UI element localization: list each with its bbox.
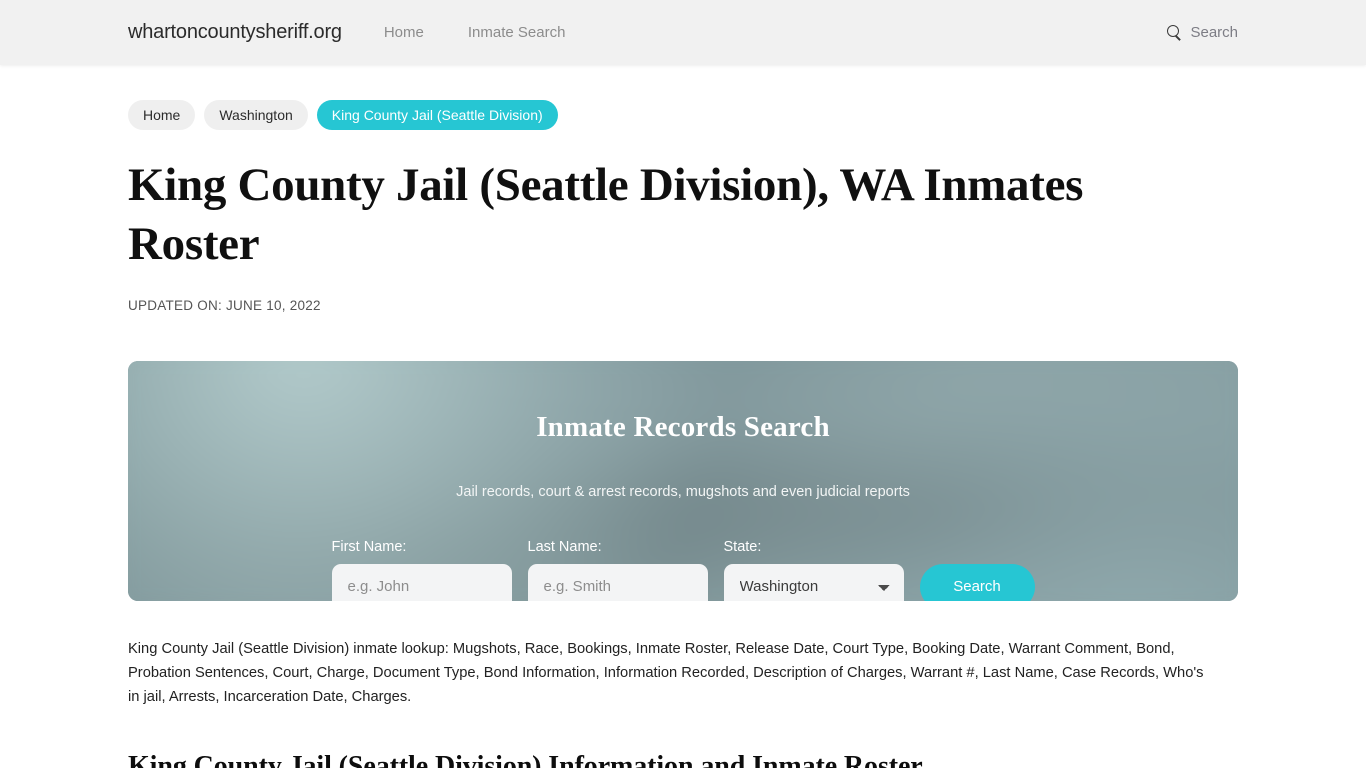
nav-item-inmate-search[interactable]: Inmate Search [468, 24, 566, 41]
state-field-group: State: Washington [723, 538, 904, 601]
inmate-search-form: First Name: Last Name: State: Washington… [331, 538, 1035, 601]
last-name-input[interactable] [527, 563, 708, 601]
first-name-field-group: First Name: [331, 538, 512, 601]
last-name-label: Last Name: [527, 538, 602, 555]
breadcrumb-item-home[interactable]: Home [128, 100, 196, 130]
first-name-label: First Name: [331, 538, 407, 555]
lookup-description-paragraph: King County Jail (Seattle Division) inma… [128, 641, 1204, 705]
submit-search-button[interactable]: Search [919, 563, 1035, 601]
main-content: Home Washington King County Jail (Seattl… [0, 65, 1366, 768]
panel-inner: Inmate Records Search Jail records, cour… [128, 361, 1238, 601]
state-select[interactable]: Washington [723, 563, 904, 601]
header-inner: whartoncountysheriff.org Home Inmate Sea… [0, 0, 1366, 65]
search-icon [1167, 25, 1182, 40]
nav-item-home[interactable]: Home [384, 24, 424, 41]
inmate-records-search-panel: Inmate Records Search Jail records, cour… [128, 361, 1238, 601]
last-name-field-group: Last Name: [527, 538, 708, 601]
panel-title: Inmate Records Search [536, 411, 830, 444]
header-search-label: Search [1190, 24, 1238, 41]
state-label: State: [723, 538, 762, 555]
breadcrumb: Home Washington King County Jail (Seattl… [128, 65, 1238, 130]
breadcrumb-item-current: King County Jail (Seattle Division) [316, 100, 558, 130]
site-header: whartoncountysheriff.org Home Inmate Sea… [0, 0, 1366, 65]
site-logo[interactable]: whartoncountysheriff.org [128, 21, 342, 44]
main-nav: Home Inmate Search [384, 24, 566, 41]
first-name-input[interactable] [331, 563, 512, 601]
page-title: King County Jail (Seattle Division), WA … [128, 159, 1084, 270]
updated-date: UPDATED ON: JUNE 10, 2022 [128, 298, 321, 313]
panel-subtitle: Jail records, court & arrest records, mu… [456, 484, 910, 501]
header-search-toggle[interactable]: Search [1167, 24, 1238, 41]
breadcrumb-item-washington[interactable]: Washington [204, 100, 308, 130]
section-heading-information-roster: King County Jail (Seattle Division) Info… [128, 751, 923, 768]
